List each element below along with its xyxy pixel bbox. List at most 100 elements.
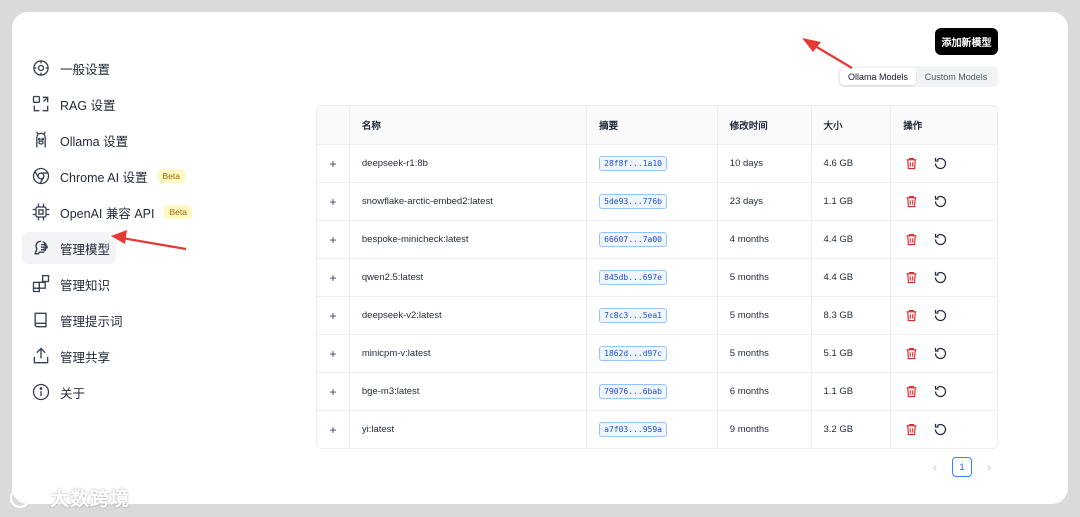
- sidebar-item-manage-models[interactable]: 管理模型: [22, 232, 116, 264]
- pagination: ‹ 1 ›: [925, 457, 999, 477]
- row-actions: [890, 259, 997, 296]
- sidebar-item-manage-prompts[interactable]: 管理提示词: [22, 304, 146, 336]
- page-number-current[interactable]: 1: [952, 457, 972, 477]
- trash-icon[interactable]: [903, 194, 919, 210]
- expand-row-button[interactable]: +: [317, 373, 349, 410]
- trash-icon[interactable]: [903, 156, 919, 172]
- trash-icon[interactable]: [903, 422, 919, 438]
- row-actions: [890, 221, 997, 258]
- sidebar-item-openai-api[interactable]: OpenAI 兼容 API Beta: [22, 196, 192, 228]
- modified-time: 4 months: [716, 221, 811, 258]
- digest-tag: 1862d...d97c: [599, 345, 667, 362]
- digest-cell: 66607...7a00: [586, 221, 717, 258]
- add-model-button[interactable]: 添加新模型: [935, 28, 998, 55]
- chrome-icon: [31, 166, 51, 186]
- model-name: yi:latest: [348, 411, 586, 448]
- sidebar-item-about[interactable]: 关于: [22, 376, 146, 408]
- model-size: 1.1 GB: [810, 373, 891, 410]
- digest-cell: 845db...697e: [586, 259, 717, 296]
- sidebar-item-label: Chrome AI 设置: [60, 170, 148, 185]
- expand-row-button[interactable]: +: [317, 183, 349, 220]
- column-header-digest[interactable]: 摘要: [586, 106, 717, 144]
- model-size: 5.1 GB: [810, 335, 891, 372]
- rag-icon: [31, 94, 51, 114]
- expand-row-button[interactable]: +: [317, 221, 349, 258]
- trash-icon[interactable]: [903, 270, 919, 286]
- model-name: deepseek-r1:8b: [348, 145, 586, 182]
- table-row[interactable]: + qwen2.5:latest 845db...697e 5 months 4.4 G…: [317, 258, 997, 296]
- next-page-button[interactable]: ›: [979, 457, 999, 477]
- prev-page-button[interactable]: ‹: [925, 457, 945, 477]
- digest-cell: 5de93...776b: [586, 183, 717, 220]
- model-name: minicpm-v:latest: [348, 335, 586, 372]
- row-actions: [890, 373, 997, 410]
- info-icon: [31, 382, 51, 402]
- column-header-modified[interactable]: 修改时间: [716, 106, 811, 144]
- sidebar-item-manage-sharing[interactable]: 管理共享: [22, 340, 146, 372]
- sidebar-item-rag[interactable]: RAG 设置: [22, 88, 146, 120]
- modified-time: 5 months: [716, 335, 811, 372]
- brain-icon: [31, 238, 51, 258]
- expand-row-button[interactable]: +: [317, 411, 349, 448]
- sidebar-item-label: OpenAI 兼容 API: [60, 206, 155, 221]
- refresh-icon[interactable]: [932, 194, 948, 210]
- modified-time: 6 months: [716, 373, 811, 410]
- expand-row-button[interactable]: +: [317, 259, 349, 296]
- trash-icon[interactable]: [903, 308, 919, 324]
- digest-tag: 845db...697e: [599, 269, 667, 286]
- expand-row-button[interactable]: +: [317, 297, 349, 334]
- column-header-name[interactable]: 名称: [348, 106, 586, 144]
- model-size: 1.1 GB: [810, 183, 891, 220]
- refresh-icon[interactable]: [932, 346, 948, 362]
- table-row[interactable]: + deepseek-r1:8b 28f8f...1a10 10 days 4.6 GB: [317, 144, 997, 182]
- chip-icon: [31, 202, 51, 222]
- model-size: 8.3 GB: [810, 297, 891, 334]
- sidebar-item-manage-knowledge[interactable]: 管理知识: [22, 268, 146, 300]
- trash-icon[interactable]: [903, 232, 919, 248]
- settings-window: 一般设置 RAG 设置 Ollama 设置 Chrome AI 设置 Beta: [12, 12, 1068, 504]
- table-row[interactable]: + snowflake-arctic-embed2:latest 5de93...7…: [317, 182, 997, 220]
- expand-row-button[interactable]: +: [317, 335, 349, 372]
- sidebar-item-ollama[interactable]: Ollama 设置: [22, 124, 146, 156]
- refresh-icon[interactable]: [932, 422, 948, 438]
- sidebar-item-label: RAG 设置: [60, 98, 116, 113]
- settings-icon: [31, 58, 51, 78]
- digest-tag: 66607...7a00: [599, 231, 667, 248]
- model-size: 4.4 GB: [810, 259, 891, 296]
- digest-tag: 5de93...776b: [599, 193, 667, 210]
- refresh-icon[interactable]: [932, 270, 948, 286]
- model-name: bge-m3:latest: [348, 373, 586, 410]
- modified-time: 10 days: [716, 145, 811, 182]
- column-header-size[interactable]: 大小: [810, 106, 891, 144]
- tab-ollama-models[interactable]: Ollama Models: [840, 68, 916, 85]
- model-name: snowflake-arctic-embed2:latest: [348, 183, 586, 220]
- digest-cell: a7f03...959a: [586, 411, 717, 448]
- tab-custom-models[interactable]: Custom Models: [916, 68, 996, 85]
- expand-row-button[interactable]: +: [317, 145, 349, 182]
- model-size: 4.4 GB: [810, 221, 891, 258]
- beta-badge: Beta: [157, 168, 186, 184]
- refresh-icon[interactable]: [932, 232, 948, 248]
- table-row[interactable]: + deepseek-v2:latest 7c8c3...5ea1 5 months 8…: [317, 296, 997, 334]
- sidebar-item-chrome-ai[interactable]: Chrome AI 设置 Beta: [22, 160, 186, 192]
- table-row[interactable]: + bge-m3:latest 79076...6bab 6 months 1.1 GB: [317, 372, 997, 410]
- table-row[interactable]: + minicpm-v:latest 1862d...d97c 5 months 5.1…: [317, 334, 997, 372]
- trash-icon[interactable]: [903, 384, 919, 400]
- beta-badge: Beta: [164, 204, 192, 220]
- digest-tag: 79076...6bab: [599, 383, 667, 400]
- llama-icon: [31, 130, 51, 150]
- digest-tag: 28f8f...1a10: [599, 155, 667, 172]
- sidebar-item-label: 管理知识: [60, 278, 111, 293]
- trash-icon[interactable]: [903, 346, 919, 362]
- refresh-icon[interactable]: [932, 156, 948, 172]
- table-row[interactable]: + bespoke-minicheck:latest 66607...7a00 4 m…: [317, 220, 997, 258]
- modified-time: 9 months: [716, 411, 811, 448]
- book-icon: [31, 310, 51, 330]
- row-actions: [890, 411, 997, 448]
- model-name: bespoke-minicheck:latest: [348, 221, 586, 258]
- digest-cell: 7c8c3...5ea1: [586, 297, 717, 334]
- table-row[interactable]: + yi:latest a7f03...959a 9 months 3.2 GB: [317, 410, 997, 448]
- refresh-icon[interactable]: [932, 308, 948, 324]
- sidebar-item-general[interactable]: 一般设置: [22, 52, 146, 84]
- refresh-icon[interactable]: [932, 384, 948, 400]
